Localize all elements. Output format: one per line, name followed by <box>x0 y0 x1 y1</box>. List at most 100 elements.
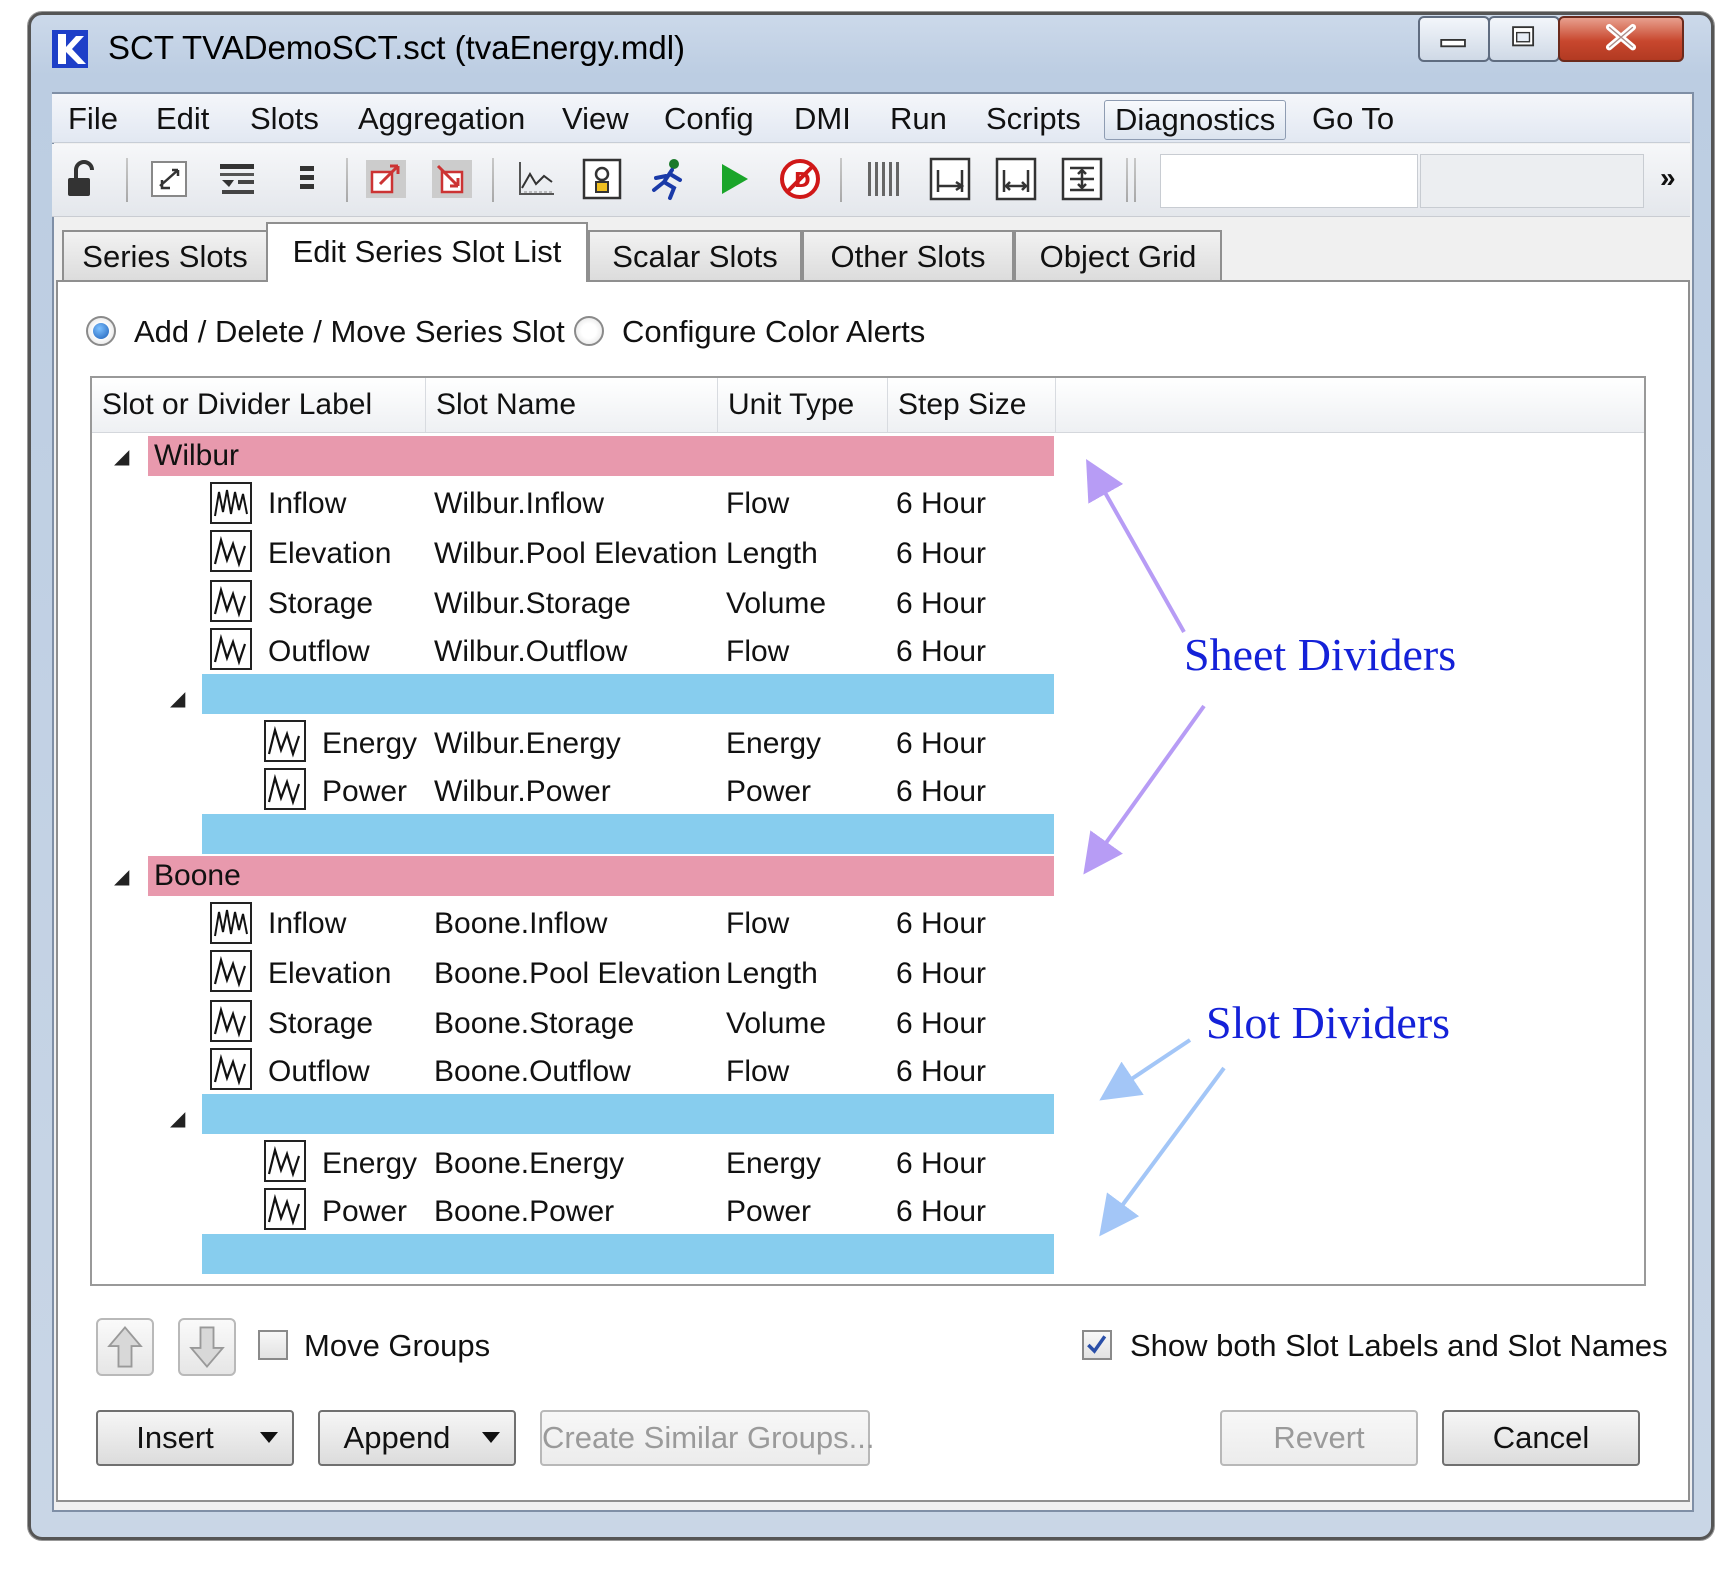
radio-add-delete-move[interactable] <box>86 316 116 346</box>
menu-config[interactable]: Config <box>654 100 764 138</box>
show-both-checkbox[interactable] <box>1082 1330 1112 1360</box>
menu-go-to[interactable]: Go To <box>1302 100 1404 138</box>
toolbar-separator <box>492 158 494 202</box>
sheet-divider-arrow-down <box>1083 704 1206 875</box>
unit-type: Flow <box>726 907 790 940</box>
toolbar-separator <box>1134 158 1136 202</box>
menu-slots[interactable]: Slots <box>240 100 329 138</box>
radio-configure-color-alerts[interactable] <box>574 316 604 346</box>
tab-object-grid[interactable]: Object Grid <box>1014 230 1222 280</box>
insert-button-label: Insert <box>136 1420 214 1455</box>
slot-divider-row[interactable] <box>202 1094 1054 1134</box>
series-slot-icon <box>210 1048 252 1090</box>
export-icon[interactable] <box>364 156 408 202</box>
move-groups-checkbox[interactable] <box>258 1330 288 1360</box>
sheet-divider-row[interactable] <box>148 856 1054 896</box>
series-slot-icon <box>210 950 252 992</box>
run-man-icon[interactable] <box>646 156 690 202</box>
fit-all-icon[interactable] <box>1060 156 1104 202</box>
slot-label: Power <box>322 1195 408 1228</box>
resize-width-icon[interactable] <box>994 156 1038 202</box>
menu-run[interactable]: Run <box>880 100 957 138</box>
open-object-icon[interactable] <box>580 156 624 202</box>
slot-name: Boone.Energy <box>434 1147 625 1180</box>
append-button-label: Append <box>343 1420 451 1455</box>
collapse-arrow-icon[interactable]: ◢ <box>170 686 185 711</box>
tab-edit-series-slot-list[interactable]: Edit Series Slot List <box>266 222 588 282</box>
menu-dmi[interactable]: DMI <box>784 100 861 138</box>
menu-view[interactable]: View <box>552 100 639 138</box>
unit-type: Energy <box>726 1147 822 1180</box>
tab-scalar-slots[interactable]: Scalar Slots <box>588 230 802 280</box>
insert-dropdown-button[interactable]: Insert <box>96 1410 294 1466</box>
move-up-button[interactable] <box>96 1318 154 1376</box>
minimize-button[interactable] <box>1418 16 1490 62</box>
revert-button[interactable]: Revert <box>1220 1410 1418 1466</box>
plot-icon[interactable] <box>514 156 558 202</box>
slot-label: Energy <box>322 1147 418 1180</box>
svg-text:D: D <box>794 168 811 192</box>
column-header-step-size[interactable]: Step Size <box>888 378 1056 432</box>
column-header-label[interactable]: Slot or Divider Label <box>92 378 426 432</box>
unit-type: Volume <box>726 1007 827 1040</box>
menu-edit[interactable]: Edit <box>146 100 219 138</box>
fit-width-icon[interactable] <box>928 156 972 202</box>
lock-icon[interactable] <box>64 156 108 202</box>
move-down-button[interactable] <box>178 1318 236 1376</box>
dropdown-arrow-icon <box>482 1432 500 1443</box>
import-icon[interactable] <box>430 156 474 202</box>
show-both-label: Show both Slot Labels and Slot Names <box>1130 1328 1668 1363</box>
tab-series-slots[interactable]: Series Slots <box>62 230 268 280</box>
collapse-arrow-icon[interactable]: ◢ <box>170 1106 185 1131</box>
columns-icon[interactable] <box>862 156 906 202</box>
inflow-series-icon <box>210 902 252 944</box>
minimize-icon <box>1440 38 1466 48</box>
slot-divider-row[interactable] <box>202 1234 1054 1274</box>
maximize-icon <box>1512 26 1535 47</box>
toolbar-separator <box>840 158 842 202</box>
collapse-arrow-icon[interactable]: ◢ <box>114 864 129 889</box>
cancel-button[interactable]: Cancel <box>1442 1410 1640 1466</box>
menu-diagnostics[interactable]: Diagnostics <box>1104 100 1287 140</box>
table-filter-icon[interactable] <box>216 156 260 202</box>
step-size: 6 Hour <box>896 487 987 520</box>
tab-other-slots[interactable]: Other Slots <box>802 230 1014 280</box>
toolbar-overflow-button[interactable]: » <box>1660 162 1676 194</box>
step-size: 6 Hour <box>896 775 987 808</box>
radio-add-delete-move-label: Add / Delete / Move Series Slot <box>134 314 565 349</box>
maximize-button[interactable] <box>1488 16 1560 62</box>
toolbar-input[interactable] <box>1160 154 1418 208</box>
menu-file[interactable]: File <box>58 100 128 138</box>
menu-scripts[interactable]: Scripts <box>976 100 1091 138</box>
column-header-slot-name[interactable]: Slot Name <box>426 378 718 432</box>
collapse-arrow-icon[interactable]: ◢ <box>114 444 129 469</box>
slot-label: Elevation <box>268 957 392 990</box>
close-button[interactable] <box>1558 16 1684 62</box>
step-size: 6 Hour <box>896 1007 987 1040</box>
column-header-unit-type[interactable]: Unit Type <box>718 378 888 432</box>
slot-label: Outflow <box>268 1055 370 1088</box>
series-slot-icon <box>264 768 306 810</box>
slot-label: Storage <box>268 1007 374 1040</box>
step-size: 6 Hour <box>896 587 987 620</box>
play-icon[interactable] <box>712 156 756 202</box>
slot-name: Boone.Pool Elevation <box>434 957 721 990</box>
slot-divider-row[interactable] <box>202 814 1054 854</box>
sheet-divider-label: Boone <box>154 859 241 892</box>
sheet-divider-row[interactable] <box>148 436 1054 476</box>
slot-divider-row[interactable] <box>202 674 1054 714</box>
slot-name: Wilbur.Pool Elevation <box>434 537 718 570</box>
step-size: 6 Hour <box>896 635 987 668</box>
swap-icon[interactable] <box>148 156 192 202</box>
radio-configure-color-alerts-label: Configure Color Alerts <box>622 314 926 349</box>
slot-label: Power <box>322 775 408 808</box>
unit-type: Length <box>726 957 818 990</box>
stop-icon[interactable]: D <box>778 156 822 202</box>
unit-type: Flow <box>726 487 790 520</box>
list-icon[interactable] <box>286 156 330 202</box>
step-size: 6 Hour <box>896 1055 987 1088</box>
menu-aggregation[interactable]: Aggregation <box>348 100 535 138</box>
create-similar-groups-button[interactable]: Create Similar Groups... <box>540 1410 875 1466</box>
append-dropdown-button[interactable]: Append <box>318 1410 516 1466</box>
move-groups-label: Move Groups <box>304 1328 491 1363</box>
